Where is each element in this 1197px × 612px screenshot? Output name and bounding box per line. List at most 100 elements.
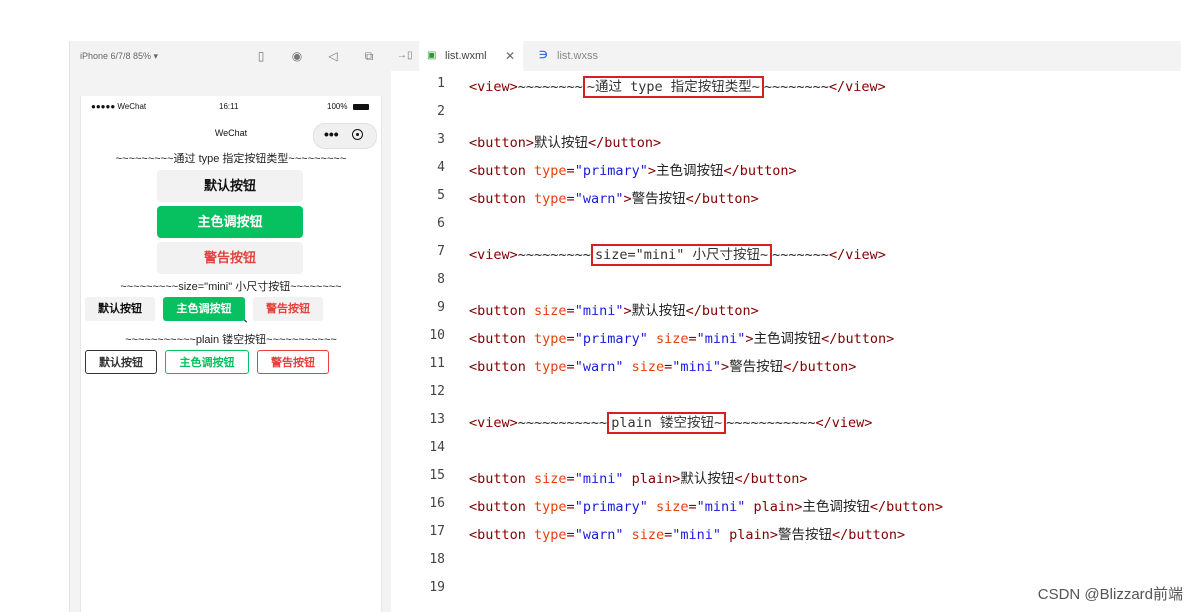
code-line[interactable]: 12: [391, 379, 1181, 407]
line-number: 5: [437, 188, 445, 203]
code-token: =: [566, 499, 575, 515]
code-token: 警告按钮: [729, 359, 784, 375]
mini-primary-button[interactable]: 主色调按钮: [163, 297, 245, 321]
warn-button[interactable]: 警告按钮: [157, 242, 303, 274]
line-number: 8: [437, 272, 445, 287]
window-icon[interactable]: ⧉: [360, 47, 378, 65]
code-line[interactable]: 15 <button size="mini" plain>默认按钮</button…: [391, 463, 1181, 491]
code-token: "warn": [574, 191, 624, 207]
plain-default-button[interactable]: 默认按钮: [85, 350, 157, 374]
code-token: </button>: [685, 191, 759, 207]
code-token: plain>: [745, 499, 803, 515]
code-line[interactable]: 7 <view>~~~~~~~~~ size="mini" 小尺寸按钮~ ~~~~~~…: [391, 239, 1181, 267]
line-number: 2: [437, 104, 445, 119]
code-line[interactable]: 16 <button type="primary" size="mini" pla…: [391, 491, 1181, 519]
line-number: 17: [429, 524, 445, 539]
section-type-label: ~~~~~~~~~通过 type 指定按钮类型~~~~~~~~~: [115, 153, 347, 165]
code-token: "mini": [574, 471, 624, 487]
editor-tab-bar: →▯ ▣ list.wxml ✕ ∋ list.wxss: [391, 41, 1181, 72]
code-token: </view>: [829, 247, 886, 263]
code-line[interactable]: 14: [391, 435, 1181, 463]
code-line[interactable]: 17 <button type="warn" size="mini" plain>…: [391, 519, 1181, 547]
highlighted-text: size="mini" 小尺寸按钮~: [590, 244, 773, 266]
device-selector[interactable]: iPhone 6/7/8 85% ▾: [80, 51, 158, 62]
code-token: >: [623, 303, 632, 319]
code-token: </button>: [831, 527, 906, 543]
line-number: 18: [429, 552, 445, 567]
tab-label: list.wxml: [445, 50, 487, 62]
code-line[interactable]: 2: [391, 99, 1181, 127]
code-text: <button type="primary">主色调按钮</button>: [469, 159, 797, 179]
code-line[interactable]: 3 <button>默认按钮</button>: [391, 127, 1181, 155]
code-editor[interactable]: 1 <view>~~~~~~~~ ~通过 type 指定按钮类型~ ~~~~~~~~<…: [391, 71, 1181, 612]
code-token: "mini": [696, 331, 746, 347]
code-token: size: [631, 359, 665, 375]
more-icon[interactable]: •••: [324, 126, 339, 142]
code-token: =: [566, 331, 575, 347]
line-number: 10: [429, 328, 445, 343]
mini-warn-button[interactable]: 警告按钮: [253, 297, 323, 321]
code-text: <button type="primary" size="mini">主色调按钮…: [469, 327, 894, 347]
volume-icon[interactable]: ◁: [324, 47, 342, 65]
code-token: 默认按钮: [534, 135, 589, 151]
code-token: 主色调按钮: [753, 331, 822, 347]
tab-list-wxss[interactable]: ∋ list.wxss: [531, 41, 631, 71]
code-text: <button type="warn" size="mini" plain>警告…: [469, 523, 905, 543]
code-line[interactable]: 9 <button size="mini">默认按钮</button>: [391, 295, 1181, 323]
simulator-panel: iPhone 6/7/8 85% ▾ ▯ ◉ ◁ ⧉ ●●●●● WeChat …: [69, 41, 392, 612]
phone-icon[interactable]: ▯: [252, 47, 270, 65]
close-tab-icon[interactable]: ✕: [505, 41, 515, 71]
code-line[interactable]: 13 <view>~~~~~~~~~~~ plain 镂空按钮~ ~~~~~~~~~~…: [391, 407, 1181, 435]
code-token: =: [566, 359, 575, 375]
code-token: </button>: [723, 163, 797, 179]
capsule-menu[interactable]: •••: [313, 123, 377, 149]
code-line[interactable]: 10 <button type="primary" size="mini">主色调…: [391, 323, 1181, 351]
tab-list-wxml[interactable]: ▣ list.wxml ✕: [419, 41, 523, 71]
code-token: type: [534, 499, 567, 515]
close-target-icon[interactable]: [352, 129, 363, 140]
code-token: >: [745, 331, 754, 347]
record-icon[interactable]: ◉: [288, 47, 306, 65]
code-line[interactable]: 1 <view>~~~~~~~~ ~通过 type 指定按钮类型~ ~~~~~~~~<…: [391, 71, 1181, 99]
code-token: size: [655, 499, 689, 515]
code-token: </button>: [783, 359, 857, 375]
code-token: </button>: [588, 135, 662, 151]
code-token: <view>: [469, 415, 518, 431]
line-number: 15: [429, 468, 445, 483]
default-button[interactable]: 默认按钮: [157, 170, 303, 202]
code-line[interactable]: 11 <button type="warn" size="mini">警告按钮</…: [391, 351, 1181, 379]
code-token: "primary": [574, 331, 648, 347]
code-token: =: [566, 471, 575, 487]
tab-label: list.wxss: [557, 50, 598, 62]
line-number: 9: [437, 300, 445, 315]
plain-warn-button[interactable]: 警告按钮: [257, 350, 329, 374]
code-token: type: [534, 527, 567, 543]
code-token: </view>: [815, 415, 873, 431]
section-mini-label: ~~~~~~~~~size="mini" 小尺寸按钮~~~~~~~~: [120, 281, 342, 293]
code-line[interactable]: 6: [391, 211, 1181, 239]
plain-primary-button[interactable]: 主色调按钮: [165, 350, 249, 374]
line-number: 7: [437, 244, 445, 259]
code-token: 警告按钮: [631, 191, 686, 207]
wxss-file-icon: ∋: [539, 50, 548, 61]
split-editor-icon[interactable]: →▯: [397, 41, 413, 71]
code-token: =: [566, 163, 575, 179]
code-line[interactable]: 4 <button type="primary">主色调按钮</button>: [391, 155, 1181, 183]
code-token: "warn": [574, 527, 624, 543]
code-token: size: [631, 527, 665, 543]
code-line[interactable]: 8: [391, 267, 1181, 295]
code-token: 警告按钮: [777, 527, 832, 543]
code-line[interactable]: 5 <button type="warn">警告按钮</button>: [391, 183, 1181, 211]
code-token: "primary": [574, 499, 648, 515]
wxml-file-icon: ▣: [427, 50, 437, 61]
primary-button[interactable]: 主色调按钮: [157, 206, 303, 238]
line-number: 4: [437, 160, 445, 175]
code-line[interactable]: 18: [391, 547, 1181, 575]
status-bar: ●●●●● WeChat 16:11 100%: [81, 96, 381, 116]
code-token: "warn": [574, 359, 624, 375]
code-text: <button type="warn" size="mini">警告按钮</bu…: [469, 355, 856, 375]
mini-default-button[interactable]: 默认按钮: [85, 297, 155, 321]
code-token: type: [534, 163, 567, 179]
code-token: =: [688, 499, 697, 515]
